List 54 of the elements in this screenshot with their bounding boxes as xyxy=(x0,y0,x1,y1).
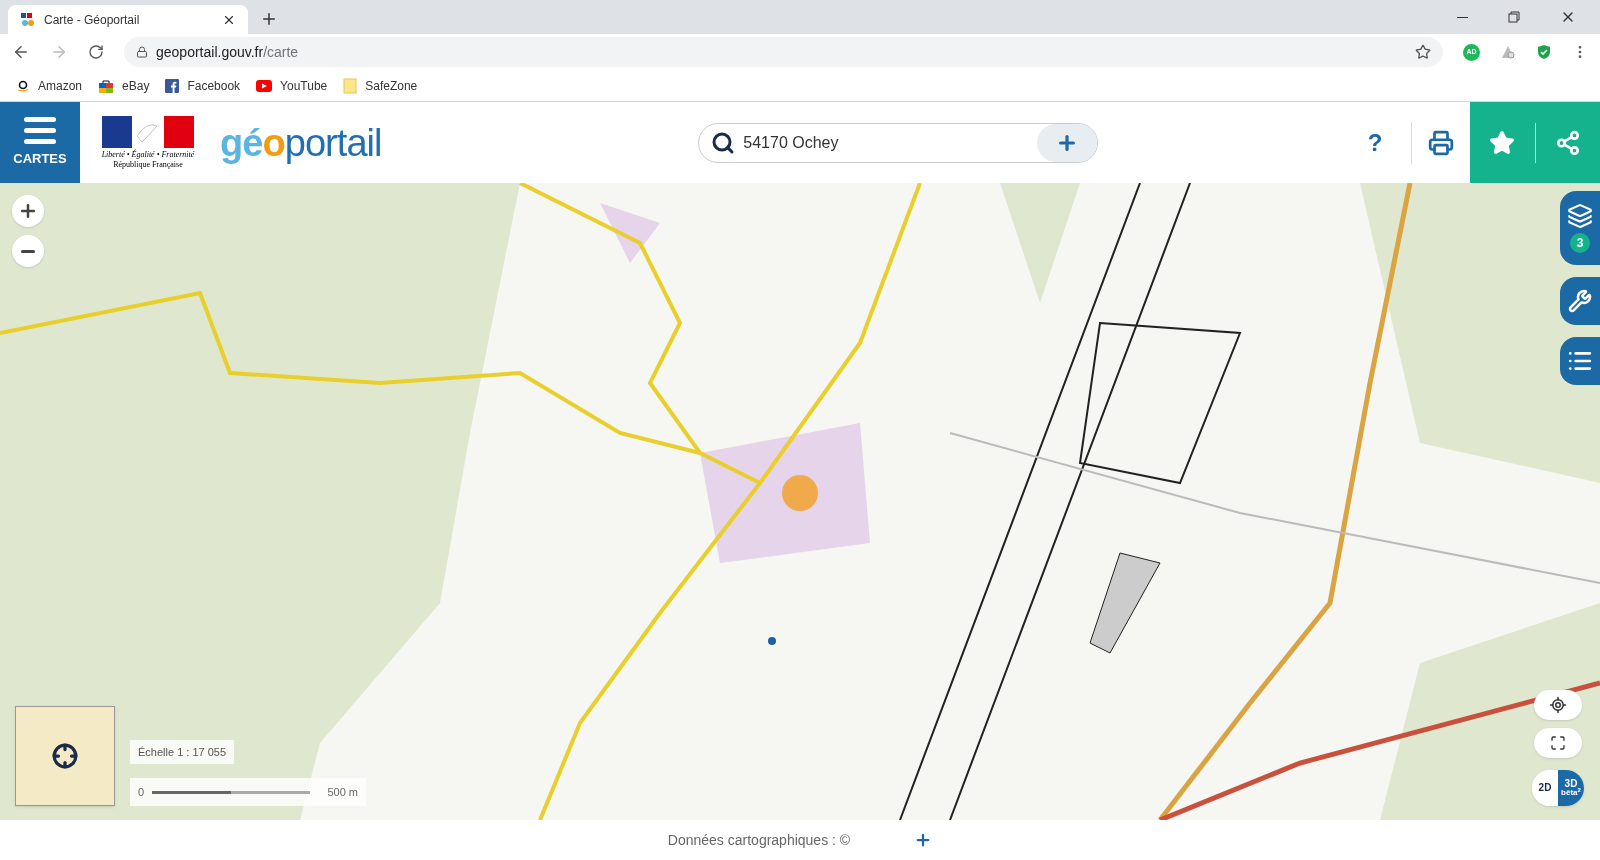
cartes-menu-button[interactable]: CARTES xyxy=(0,102,80,183)
address-bar[interactable]: geoportail.gouv.fr/carte xyxy=(124,37,1443,67)
restore-icon[interactable] xyxy=(1508,11,1520,23)
search-icon xyxy=(711,130,736,155)
shield-icon[interactable] xyxy=(1536,44,1552,60)
tab-favicon-icon xyxy=(20,12,36,27)
fullscreen-button[interactable] xyxy=(1534,728,1582,758)
bookmark-item[interactable]: Facebook xyxy=(165,76,241,95)
shopping-bag-icon xyxy=(98,78,115,93)
bookmark-item[interactable]: SafeZone xyxy=(343,76,418,95)
minimize-icon[interactable] xyxy=(1457,16,1468,18)
back-icon[interactable] xyxy=(12,43,30,61)
folder-icon xyxy=(343,77,358,94)
tab-title: Carte - Géoportail xyxy=(44,11,141,29)
legend-button[interactable] xyxy=(1560,337,1600,385)
tools-button[interactable] xyxy=(1560,277,1600,325)
browser-tab[interactable]: Carte - Géoportail xyxy=(8,5,248,34)
wrench-icon xyxy=(1568,289,1592,313)
facebook-icon xyxy=(165,78,180,93)
fullscreen-icon xyxy=(1550,735,1566,751)
bookmark-star-icon[interactable] xyxy=(1415,44,1431,60)
star-icon xyxy=(1489,129,1516,156)
scale-bar-icon xyxy=(152,790,311,794)
locate-button[interactable] xyxy=(1534,690,1582,720)
scale-start-label: 0 xyxy=(138,784,145,800)
url-text: geoportail.gouv.fr/carte xyxy=(156,42,300,62)
reload-icon[interactable] xyxy=(88,44,104,60)
menu-icon xyxy=(24,116,56,145)
plus-icon xyxy=(18,201,38,221)
crosshair-icon xyxy=(52,743,78,769)
bookmark-item[interactable]: YouTube xyxy=(256,76,328,95)
lock-icon xyxy=(136,46,148,58)
search-field[interactable]: 54170 Ochey xyxy=(698,122,1099,163)
printer-icon xyxy=(1428,129,1454,156)
add-search-button[interactable] xyxy=(1037,123,1098,162)
youtube-icon xyxy=(256,79,273,92)
motto-text: Liberté • Égalité • Fraternité xyxy=(101,149,195,160)
layers-icon xyxy=(1567,203,1593,229)
scale-label: Échelle 1 : 17 055 xyxy=(130,739,235,764)
search-input[interactable]: 54170 Ochey xyxy=(743,130,1038,155)
new-tab-icon[interactable] xyxy=(260,10,278,28)
layers-count-badge: 3 xyxy=(1570,233,1590,253)
bookmark-item[interactable]: eBay xyxy=(98,76,150,95)
bookmark-item[interactable]: Amazon xyxy=(16,76,83,95)
share-icon xyxy=(1554,129,1581,156)
scale-end-label: 500 m xyxy=(327,784,358,800)
locate-icon xyxy=(1549,696,1567,714)
help-button[interactable]: ? xyxy=(1355,124,1395,161)
marianne-flag-icon xyxy=(102,115,194,148)
map-credits-text: Données cartographiques : © xyxy=(667,830,851,850)
minus-icon xyxy=(21,249,35,253)
extension-icon[interactable] xyxy=(1500,44,1516,60)
republique-francaise-text: République Française xyxy=(113,159,183,170)
geoportail-logo: géoportail xyxy=(220,123,382,162)
